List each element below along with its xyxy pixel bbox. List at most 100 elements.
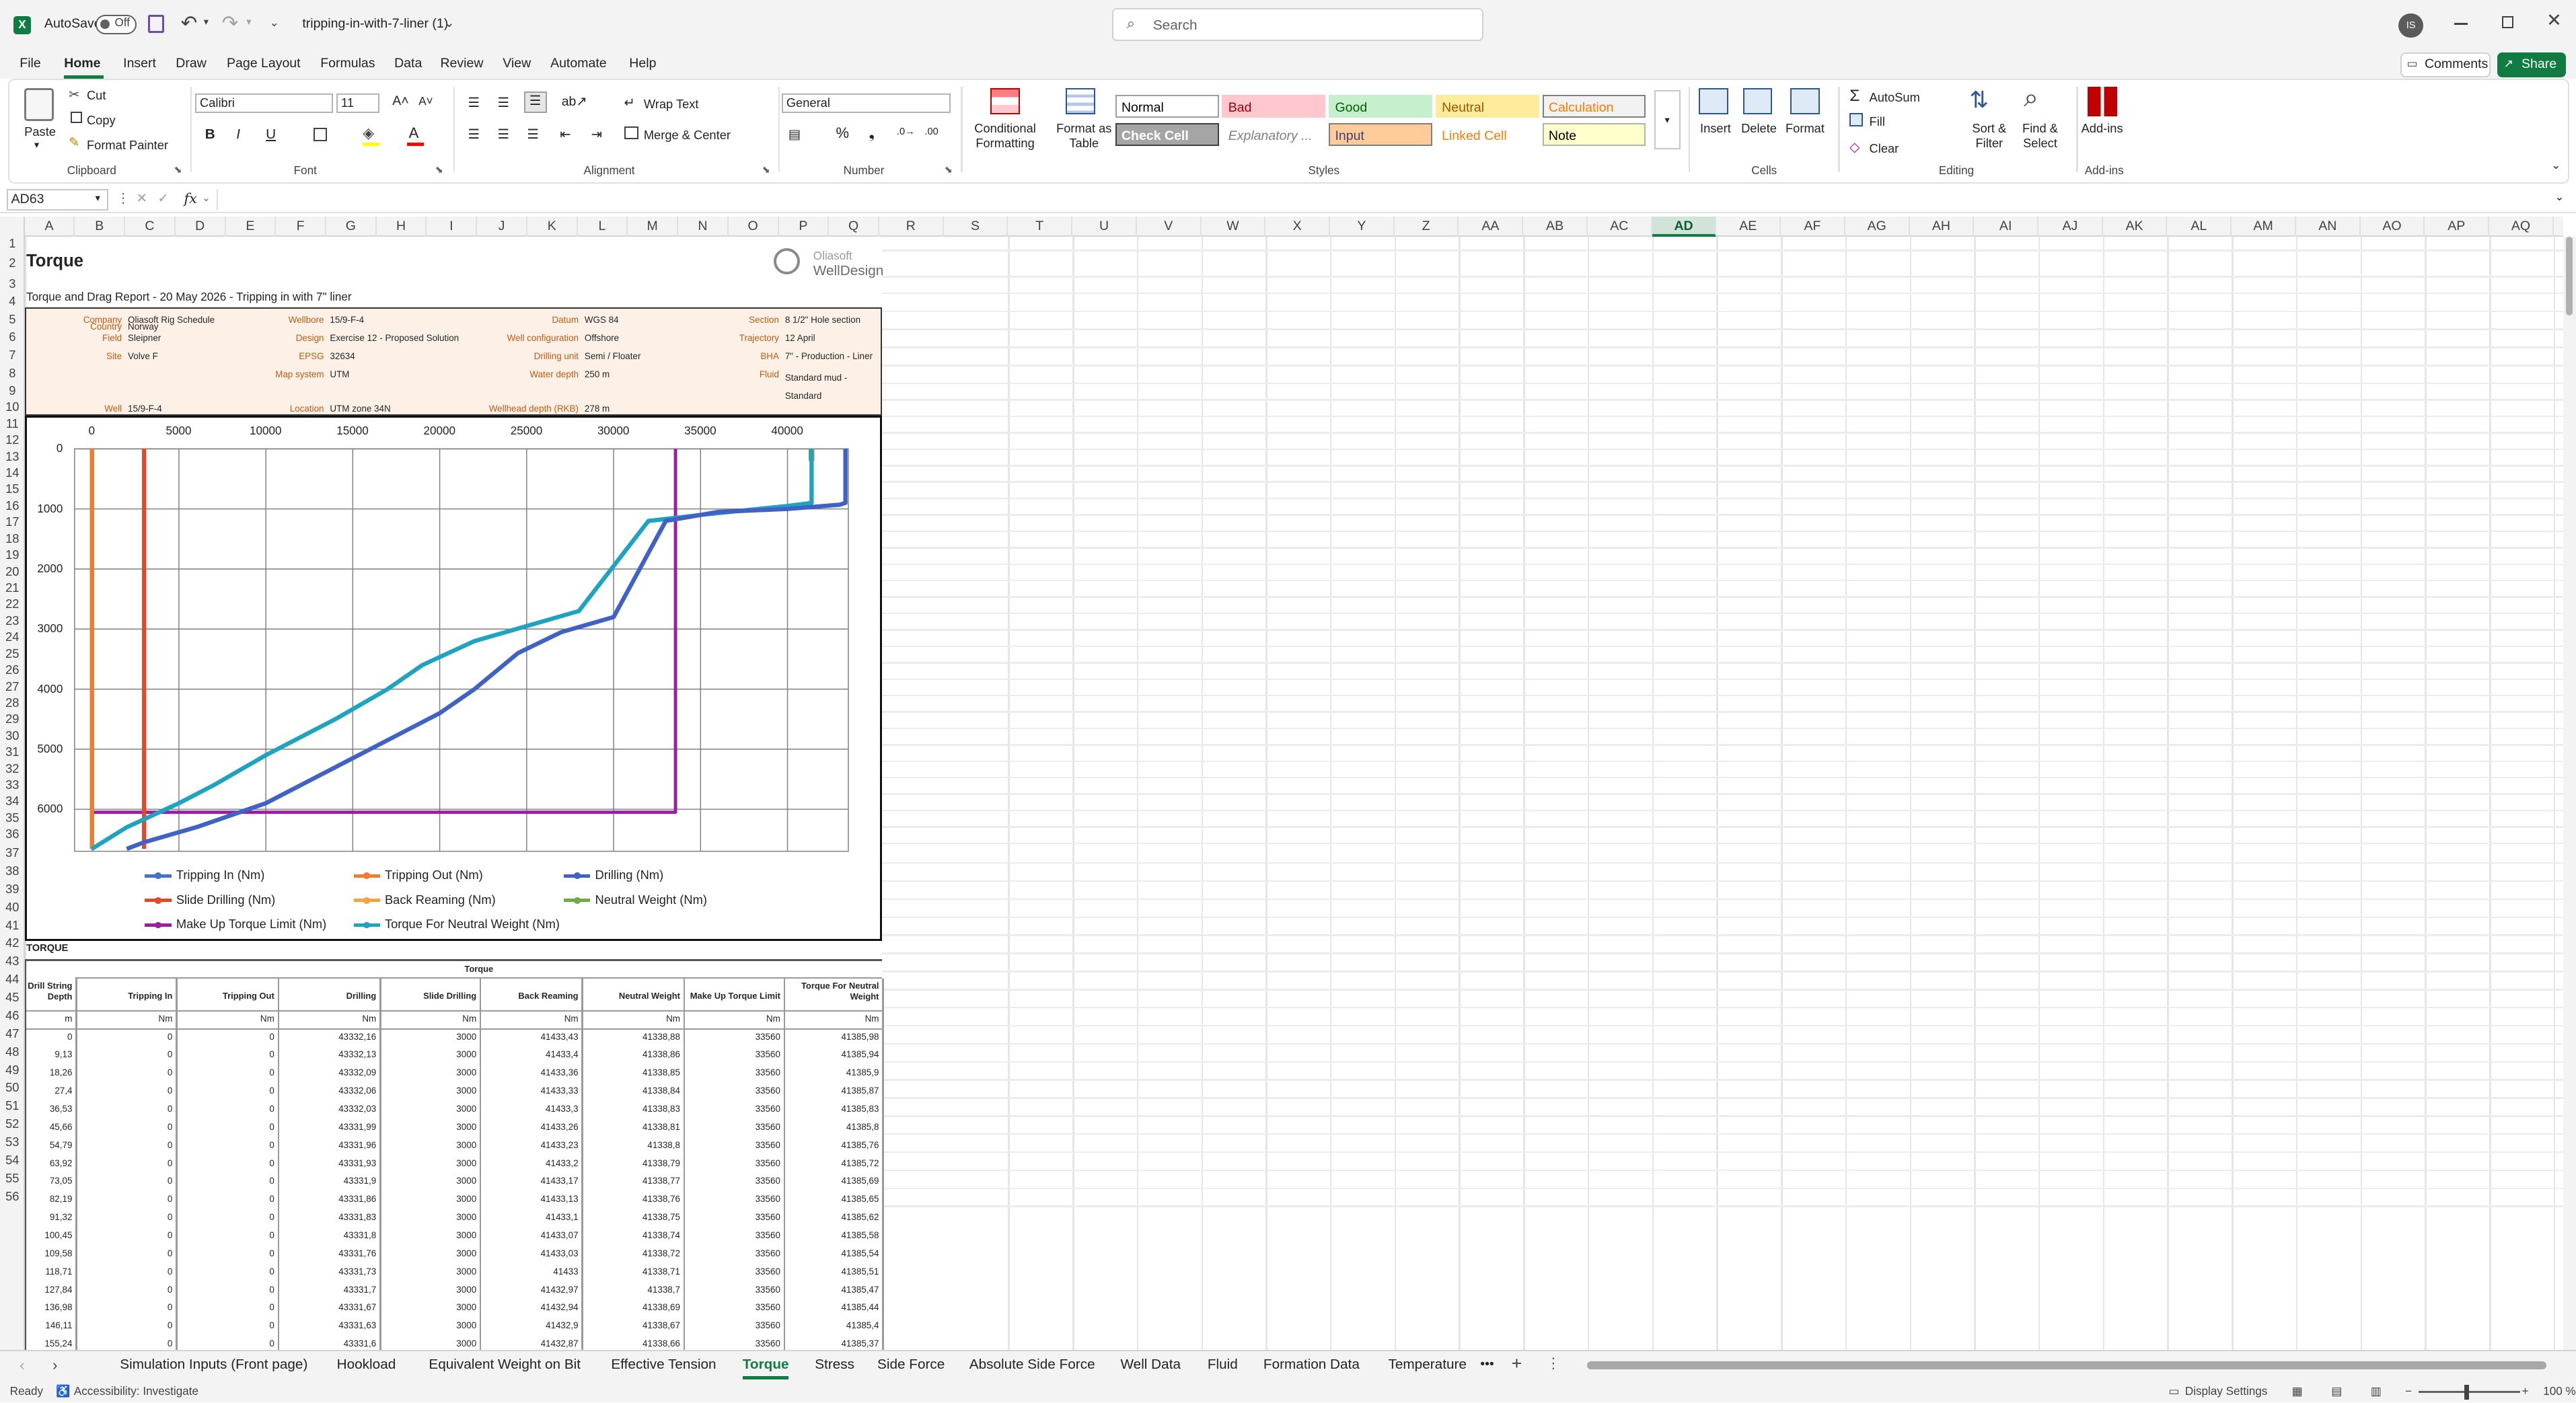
formula-input[interactable] — [217, 188, 2550, 211]
cut-button[interactable]: Cut — [87, 88, 106, 103]
fill-color-icon[interactable]: ◈ — [363, 124, 374, 142]
align-top-icon[interactable]: ☰ — [468, 95, 480, 111]
column-header-c[interactable]: C — [125, 217, 176, 237]
legend-item-tripping-in-nm[interactable]: Tripping In (Nm) — [176, 868, 265, 882]
autosum-button[interactable]: AutoSum — [1870, 90, 1920, 105]
sheet-tab-equivalent-weight-on-bit[interactable]: Equivalent Weight on Bit — [429, 1357, 581, 1373]
column-header-a[interactable]: A — [25, 217, 75, 237]
row-header-6[interactable]: 6 — [0, 328, 25, 346]
legend-item-slide-drilling-nm[interactable]: Slide Drilling (Nm) — [176, 893, 275, 907]
format-as-table-button[interactable]: Format as Table — [1048, 121, 1120, 151]
column-header-am[interactable]: AM — [2232, 217, 2296, 237]
alignment-launcher-icon[interactable]: ⬊ — [762, 164, 770, 176]
sheet-tab-well-data[interactable]: Well Data — [1120, 1357, 1181, 1373]
column-header-v[interactable]: V — [1137, 217, 1202, 237]
row-header-9[interactable]: 9 — [0, 383, 25, 399]
row-header-32[interactable]: 32 — [0, 761, 25, 777]
name-box[interactable]: AD63 — [6, 188, 109, 211]
select-all-corner[interactable] — [0, 217, 25, 237]
row-header-37[interactable]: 37 — [0, 843, 25, 862]
row-header-53[interactable]: 53 — [0, 1133, 25, 1151]
column-header-o[interactable]: O — [729, 217, 779, 237]
menu-insert[interactable]: Insert — [123, 56, 156, 71]
row-header-47[interactable]: 47 — [0, 1025, 25, 1043]
row-header-42[interactable]: 42 — [0, 934, 25, 952]
legend-item-tripping-out-nm[interactable]: Tripping Out (Nm) — [385, 868, 483, 882]
sheet-tab-absolute-side-force[interactable]: Absolute Side Force — [969, 1357, 1095, 1373]
row-header-8[interactable]: 8 — [0, 365, 25, 383]
increase-indent-icon[interactable]: ⇥ — [591, 126, 602, 143]
sheet-tab-fluid[interactable]: Fluid — [1208, 1357, 1238, 1373]
redo-icon[interactable]: ↷ — [222, 11, 239, 35]
format-painter-button[interactable]: Format Painter — [87, 138, 168, 153]
page-layout-view-icon[interactable]: ▤ — [2331, 1385, 2342, 1398]
normal-view-icon[interactable]: ▦ — [2292, 1385, 2303, 1398]
row-header-11[interactable]: 11 — [0, 416, 25, 432]
column-header-ae[interactable]: AE — [1716, 217, 1781, 237]
row-header-38[interactable]: 38 — [0, 862, 25, 880]
font-size-select[interactable]: 11 — [336, 93, 379, 114]
row-header-25[interactable]: 25 — [0, 646, 25, 662]
collapse-ribbon-icon[interactable]: ⌄ — [2551, 159, 2561, 172]
font-launcher-icon[interactable]: ⬊ — [435, 164, 443, 176]
font-name-select[interactable]: Calibri — [195, 93, 334, 114]
row-header-16[interactable]: 16 — [0, 498, 25, 514]
row-header-3[interactable]: 3 — [0, 276, 25, 292]
column-header-al[interactable]: AL — [2167, 217, 2232, 237]
legend-item-neutral-weight-nm[interactable]: Neutral Weight (Nm) — [595, 893, 707, 907]
style-good[interactable]: Good — [1329, 95, 1432, 118]
style-bad[interactable]: Bad — [1222, 95, 1326, 118]
row-header-15[interactable]: 15 — [0, 481, 25, 497]
redo-dropdown-icon[interactable]: ▾ — [246, 16, 251, 28]
row-header-30[interactable]: 30 — [0, 728, 25, 744]
row-header-49[interactable]: 49 — [0, 1061, 25, 1079]
row-header-54[interactable]: 54 — [0, 1151, 25, 1170]
row-header-23[interactable]: 23 — [0, 613, 25, 629]
sheet-tab-effective-tension[interactable]: Effective Tension — [611, 1357, 716, 1373]
legend-item-back-reaming-nm[interactable]: Back Reaming (Nm) — [385, 893, 496, 907]
menu-data[interactable]: Data — [394, 56, 422, 71]
column-header-aa[interactable]: AA — [1459, 217, 1524, 237]
row-header-29[interactable]: 29 — [0, 711, 25, 727]
column-header-ap[interactable]: AP — [2425, 217, 2490, 237]
autosave-toggle[interactable]: Off — [95, 14, 137, 35]
restore-icon[interactable] — [2502, 16, 2514, 28]
percent-icon[interactable]: % — [836, 124, 850, 142]
add-sheet-icon[interactable]: + — [1512, 1353, 1522, 1374]
column-header-ab[interactable]: AB — [1523, 217, 1588, 237]
vertical-scrollbar[interactable] — [2563, 236, 2576, 1351]
row-header-28[interactable]: 28 — [0, 695, 25, 711]
conditional-formatting-button[interactable]: Conditional Formatting — [969, 121, 1041, 151]
zoom-slider-thumb[interactable] — [2464, 1384, 2470, 1400]
row-header-10[interactable]: 10 — [0, 399, 25, 415]
menu-help[interactable]: Help — [629, 56, 656, 71]
zoom-out-icon[interactable]: − — [2405, 1385, 2412, 1398]
paste-icon[interactable] — [24, 88, 54, 122]
align-left-icon[interactable]: ☰ — [468, 126, 480, 143]
confirm-entry-icon[interactable]: ✓ — [157, 190, 168, 206]
italic-button[interactable]: I — [236, 126, 240, 143]
sheet-tab-hookload[interactable]: Hookload — [337, 1357, 396, 1373]
increase-decimal-icon[interactable]: .0→ — [897, 126, 915, 137]
row-header-20[interactable]: 20 — [0, 564, 25, 580]
orientation-icon[interactable]: ab↗ — [562, 93, 587, 110]
column-header-i[interactable]: I — [427, 217, 478, 237]
row-header-39[interactable]: 39 — [0, 880, 25, 899]
legend-item-make-up-torque-limit-nm[interactable]: Make Up Torque Limit (Nm) — [176, 917, 326, 932]
style-check-cell[interactable]: Check Cell — [1115, 122, 1219, 146]
row-header-44[interactable]: 44 — [0, 971, 25, 989]
decrease-font-icon[interactable]: A˅ — [418, 95, 433, 108]
save-icon[interactable] — [147, 14, 165, 33]
column-header-ac[interactable]: AC — [1588, 217, 1652, 237]
row-header-14[interactable]: 14 — [0, 465, 25, 481]
column-header-ah[interactable]: AH — [1910, 217, 1975, 237]
column-header-s[interactable]: S — [944, 217, 1008, 237]
row-header-18[interactable]: 18 — [0, 531, 25, 547]
row-header-50[interactable]: 50 — [0, 1079, 25, 1097]
row-header-36[interactable]: 36 — [0, 826, 25, 842]
legend-item-torque-for-neutral-weight-nm[interactable]: Torque For Neutral Weight (Nm) — [385, 917, 560, 932]
column-header-aj[interactable]: AJ — [2038, 217, 2103, 237]
row-header-43[interactable]: 43 — [0, 952, 25, 971]
sheet-tab-side-force[interactable]: Side Force — [877, 1357, 945, 1373]
column-header-ad[interactable]: AD — [1652, 217, 1717, 237]
